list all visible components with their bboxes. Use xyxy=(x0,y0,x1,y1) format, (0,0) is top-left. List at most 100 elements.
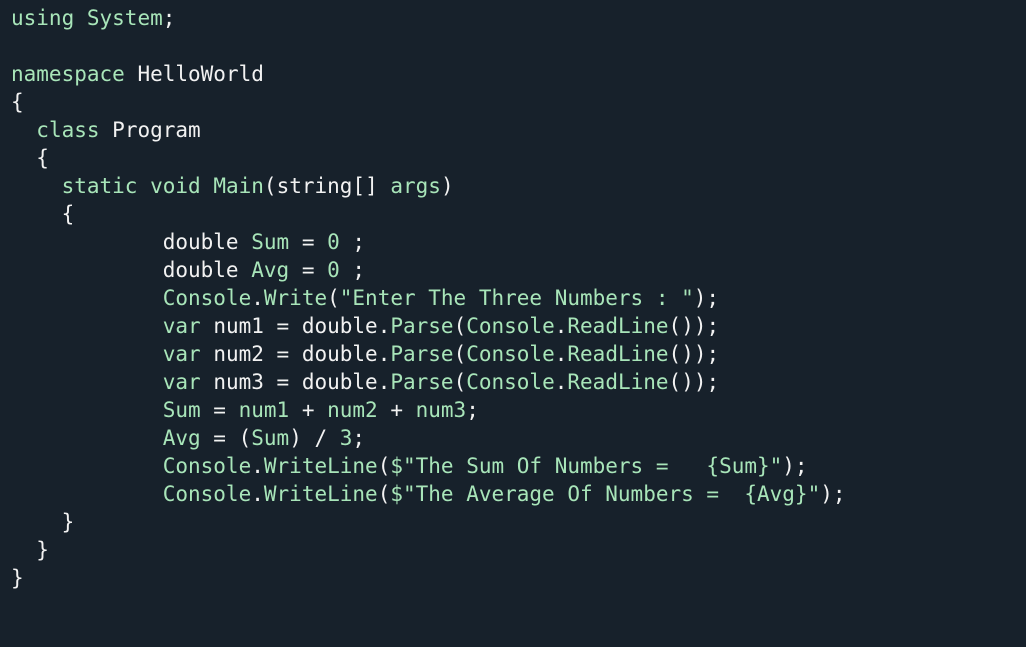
code-line: var num2 = double.Parse(Console.ReadLine… xyxy=(11,340,1026,368)
code-token-default xyxy=(11,538,36,562)
code-token-punctuation: ( xyxy=(377,482,391,506)
code-token-identifier: num1 xyxy=(238,398,290,422)
code-token-identifier: Console xyxy=(466,314,555,338)
code-token-punctuation: + xyxy=(377,398,416,422)
code-token-number: 3 xyxy=(339,426,353,450)
code-token-string: "Enter The Three Numbers : " xyxy=(339,286,694,310)
code-line: var num1 = double.Parse(Console.ReadLine… xyxy=(11,312,1026,340)
code-token-punctuation: = xyxy=(289,258,328,282)
code-line: Console.WriteLine($"The Average Of Numbe… xyxy=(11,480,1026,508)
code-line: Avg = (Sum) / 3; xyxy=(11,424,1026,452)
code-token-punctuation: . xyxy=(251,482,264,506)
code-token-default xyxy=(125,62,138,86)
code-token-number: 0 xyxy=(327,230,340,254)
code-token-keyword: using xyxy=(11,6,75,30)
code-token-identifier: args xyxy=(390,174,441,198)
code-token-identifier: Sum xyxy=(251,230,290,254)
code-token-default: double xyxy=(301,342,378,366)
code-token-default xyxy=(11,314,163,338)
code-line: namespace HelloWorld xyxy=(11,60,1026,88)
code-token-punctuation: . xyxy=(554,370,568,394)
code-token-default xyxy=(201,342,214,366)
code-token-identifier: WriteLine xyxy=(263,482,378,506)
code-token-identifier: Parse xyxy=(390,370,454,394)
code-token-default: double xyxy=(162,230,239,254)
code-editor[interactable]: using System; namespace HelloWorld{ clas… xyxy=(0,0,1026,647)
code-token-default xyxy=(11,426,163,450)
code-token-punctuation: } xyxy=(11,566,24,590)
code-token-punctuation: ); xyxy=(820,482,846,506)
code-token-identifier: Console xyxy=(466,342,555,366)
code-token-punctuation: = xyxy=(263,370,302,394)
code-token-default xyxy=(11,118,36,142)
code-line: } xyxy=(11,564,1026,592)
code-token-default xyxy=(239,230,252,254)
code-line: { xyxy=(11,200,1026,228)
code-token-default xyxy=(11,482,163,506)
code-token-punctuation: } xyxy=(36,538,49,562)
code-token-identifier: num3 xyxy=(415,398,467,422)
code-token-punctuation: . xyxy=(377,370,391,394)
code-token-default: Program xyxy=(112,118,201,142)
code-token-default xyxy=(74,6,87,30)
code-token-identifier: Main xyxy=(213,174,264,198)
code-token-keyword: class xyxy=(36,118,100,142)
code-line: { xyxy=(11,144,1026,172)
code-token-identifier: ReadLine xyxy=(567,342,669,366)
code-token-identifier: WriteLine xyxy=(263,454,378,478)
code-line: Console.WriteLine($"The Sum Of Numbers =… xyxy=(11,452,1026,480)
code-token-punctuation: = xyxy=(263,342,302,366)
code-token-identifier: ReadLine xyxy=(567,370,669,394)
code-token-punctuation: [] xyxy=(352,174,391,198)
code-token-punctuation: ()); xyxy=(668,342,720,366)
code-token-default xyxy=(11,258,163,282)
code-token-string: $"The Sum Of Numbers = {Sum}" xyxy=(390,454,783,478)
code-token-identifier: Console xyxy=(162,286,252,310)
code-token-identifier: Parse xyxy=(390,342,454,366)
code-token-identifier: System xyxy=(86,6,163,30)
code-token-identifier: Avg xyxy=(162,426,201,450)
code-token-default xyxy=(137,174,150,198)
code-line: { xyxy=(11,88,1026,116)
code-token-punctuation: ()); xyxy=(668,370,720,394)
code-token-punctuation: ) / xyxy=(289,426,340,450)
code-token-default xyxy=(239,258,252,282)
code-token-keyword: namespace xyxy=(11,62,125,86)
code-token-punctuation: . xyxy=(251,286,264,310)
code-token-punctuation: ( xyxy=(453,370,467,394)
code-token-punctuation: . xyxy=(251,454,264,478)
code-token-default xyxy=(201,174,214,198)
code-token-punctuation: ); xyxy=(782,454,808,478)
code-line: } xyxy=(11,508,1026,536)
code-token-punctuation: } xyxy=(61,510,75,534)
code-token-identifier: Sum xyxy=(162,398,201,422)
code-token-punctuation: ( xyxy=(377,454,391,478)
code-token-default xyxy=(11,286,163,310)
code-token-punctuation: = xyxy=(200,398,239,422)
code-token-default xyxy=(11,370,163,394)
code-token-identifier: Console xyxy=(162,454,252,478)
code-token-punctuation: ( xyxy=(327,286,340,310)
code-line: class Program xyxy=(11,116,1026,144)
code-token-identifier: Console xyxy=(466,370,555,394)
code-token-punctuation: ; xyxy=(466,398,479,422)
code-block[interactable]: using System; namespace HelloWorld{ clas… xyxy=(11,4,1026,592)
code-line: double Avg = 0 ; xyxy=(11,256,1026,284)
code-token-punctuation: ( xyxy=(263,174,277,198)
code-line: } xyxy=(11,536,1026,564)
code-line: Sum = num1 + num2 + num3; xyxy=(11,396,1026,424)
code-token-identifier: Write xyxy=(263,286,328,310)
code-token-punctuation: . xyxy=(554,342,568,366)
code-token-keyword: var xyxy=(162,342,201,366)
code-token-default xyxy=(201,370,214,394)
code-token-string: $"The Average Of Numbers = {Avg}" xyxy=(390,482,821,506)
code-token-punctuation: ( xyxy=(453,314,467,338)
code-token-default xyxy=(11,510,62,534)
code-token-identifier: num2 xyxy=(327,398,378,422)
code-token-identifier: Parse xyxy=(390,314,454,338)
code-token-default xyxy=(11,454,163,478)
code-token-number: 0 xyxy=(327,258,340,282)
code-token-punctuation: { xyxy=(36,146,49,170)
code-line: var num3 = double.Parse(Console.ReadLine… xyxy=(11,368,1026,396)
